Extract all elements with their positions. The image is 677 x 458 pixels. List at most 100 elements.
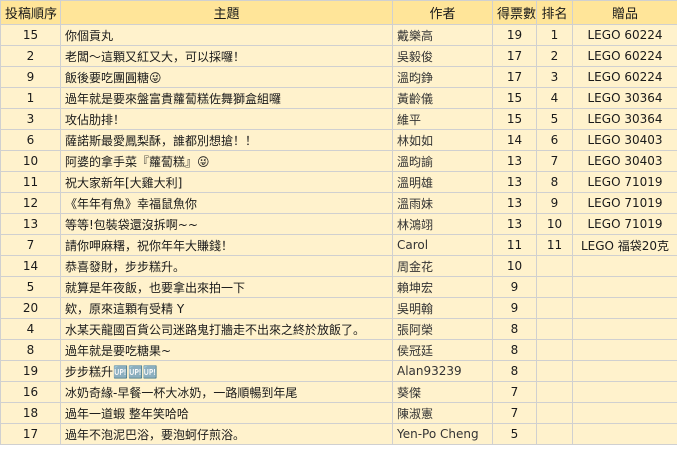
header-author[interactable]: 作者 [392, 0, 493, 25]
cell-submission-order[interactable]: 3 [0, 108, 61, 130]
cell-prize[interactable]: LEGO 71019 [572, 171, 677, 193]
header-votes[interactable]: 得票數 [492, 0, 537, 25]
cell-votes[interactable]: 14 [492, 129, 537, 151]
cell-submission-order[interactable]: 8 [0, 339, 61, 361]
cell-prize[interactable]: LEGO 60224 [572, 24, 677, 46]
cell-author[interactable]: 溫昀錚 [392, 66, 493, 88]
cell-votes[interactable]: 13 [492, 213, 537, 235]
cell-prize[interactable]: LEGO 71019 [572, 213, 677, 235]
cell-prize[interactable]: LEGO 30403 [572, 129, 677, 151]
cell-submission-order[interactable]: 4 [0, 318, 61, 340]
cell-author[interactable]: 林如如 [392, 129, 493, 151]
cell-author[interactable]: 溫明雄 [392, 171, 493, 193]
header-title[interactable]: 主題 [60, 0, 393, 25]
cell-title[interactable]: 攻佔肋排！ [60, 108, 393, 130]
cell-submission-order[interactable]: 18 [0, 402, 61, 424]
cell-author[interactable]: Carol [392, 234, 493, 256]
cell-submission-order[interactable]: 10 [0, 150, 61, 172]
cell-rank[interactable]: 9 [536, 192, 573, 214]
cell-rank[interactable]: 7 [536, 150, 573, 172]
cell-author[interactable]: Alan93239 [392, 360, 493, 382]
cell-author[interactable]: 維平 [392, 108, 493, 130]
cell-prize[interactable] [572, 276, 677, 298]
cell-title[interactable]: 請你呷麻糬，祝你年年大賺錢！ [60, 234, 393, 256]
cell-submission-order[interactable]: 2 [0, 45, 61, 67]
cell-prize[interactable] [572, 402, 677, 424]
cell-submission-order[interactable]: 12 [0, 192, 61, 214]
cell-votes[interactable]: 7 [492, 381, 537, 403]
cell-prize[interactable] [572, 297, 677, 319]
cell-title[interactable]: 飯後要吃團圓糖😜 [60, 66, 393, 88]
cell-rank[interactable] [536, 276, 573, 298]
cell-author[interactable]: 侯冠廷 [392, 339, 493, 361]
cell-rank[interactable]: 3 [536, 66, 573, 88]
cell-submission-order[interactable]: 5 [0, 276, 61, 298]
cell-title[interactable]: 欸，原來這顆有受精 Y [60, 297, 393, 319]
cell-rank[interactable] [536, 339, 573, 361]
cell-title[interactable]: 老闆～這顆又紅又大，可以採囉！ [60, 45, 393, 67]
cell-author[interactable]: 葵傑 [392, 381, 493, 403]
cell-rank[interactable] [536, 360, 573, 382]
cell-prize[interactable]: LEGO 30364 [572, 108, 677, 130]
cell-author[interactable]: 溫昀諭 [392, 150, 493, 172]
cell-prize[interactable] [572, 381, 677, 403]
header-rank[interactable]: 排名 [536, 0, 573, 25]
cell-title[interactable]: 水某天龍國百貨公司迷路鬼打牆走不出來之終於放飯了。 [60, 318, 393, 340]
cell-rank[interactable]: 11 [536, 234, 573, 256]
cell-author[interactable]: 林鴻翊 [392, 213, 493, 235]
cell-submission-order[interactable]: 13 [0, 213, 61, 235]
cell-author[interactable]: 張阿榮 [392, 318, 493, 340]
cell-prize[interactable]: LEGO 30403 [572, 150, 677, 172]
cell-rank[interactable] [536, 402, 573, 424]
cell-author[interactable]: Yen-Po Cheng [392, 423, 493, 445]
cell-submission-order[interactable]: 14 [0, 255, 61, 277]
cell-votes[interactable]: 8 [492, 339, 537, 361]
cell-rank[interactable]: 1 [536, 24, 573, 46]
cell-prize[interactable]: LEGO 60224 [572, 45, 677, 67]
cell-submission-order[interactable]: 6 [0, 129, 61, 151]
cell-author[interactable]: 陳淑憲 [392, 402, 493, 424]
cell-author[interactable]: 溫雨妹 [392, 192, 493, 214]
cell-title[interactable]: 過年就是要來盤富貴蘿蔔糕佐舞獅盒組囉 [60, 87, 393, 109]
cell-votes[interactable]: 17 [492, 45, 537, 67]
cell-author[interactable]: 黃齡儀 [392, 87, 493, 109]
cell-votes[interactable]: 5 [492, 423, 537, 445]
cell-title[interactable]: 過年不泡泥巴浴，要泡蚵仔煎浴。 [60, 423, 393, 445]
cell-submission-order[interactable]: 16 [0, 381, 61, 403]
cell-submission-order[interactable]: 15 [0, 24, 61, 46]
cell-votes[interactable]: 17 [492, 66, 537, 88]
cell-votes[interactable]: 11 [492, 234, 537, 256]
cell-rank[interactable] [536, 318, 573, 340]
cell-votes[interactable]: 7 [492, 402, 537, 424]
cell-votes[interactable]: 9 [492, 276, 537, 298]
cell-submission-order[interactable]: 17 [0, 423, 61, 445]
cell-prize[interactable]: LEGO 福袋20克 [572, 234, 677, 256]
cell-votes[interactable]: 13 [492, 192, 537, 214]
cell-rank[interactable]: 6 [536, 129, 573, 151]
cell-submission-order[interactable]: 19 [0, 360, 61, 382]
cell-submission-order[interactable]: 20 [0, 297, 61, 319]
cell-prize[interactable] [572, 255, 677, 277]
cell-title[interactable]: 過年就是要吃糖果~ [60, 339, 393, 361]
cell-submission-order[interactable]: 11 [0, 171, 61, 193]
cell-title[interactable]: 冰奶奇緣-早餐一杯大冰奶，一路順暢到年尾 [60, 381, 393, 403]
cell-votes[interactable]: 8 [492, 360, 537, 382]
cell-rank[interactable]: 4 [536, 87, 573, 109]
cell-prize[interactable] [572, 339, 677, 361]
cell-rank[interactable]: 2 [536, 45, 573, 67]
cell-title[interactable]: 恭喜發財，步步糕升。 [60, 255, 393, 277]
cell-votes[interactable]: 8 [492, 318, 537, 340]
cell-author[interactable]: 吳明翰 [392, 297, 493, 319]
cell-rank[interactable]: 8 [536, 171, 573, 193]
cell-votes[interactable]: 13 [492, 150, 537, 172]
cell-rank[interactable]: 5 [536, 108, 573, 130]
cell-votes[interactable]: 15 [492, 108, 537, 130]
cell-author[interactable]: 周金花 [392, 255, 493, 277]
cell-submission-order[interactable]: 1 [0, 87, 61, 109]
cell-prize[interactable]: LEGO 60224 [572, 66, 677, 88]
cell-title[interactable]: 等等!包裝袋還沒拆啊~~ [60, 213, 393, 235]
cell-author[interactable]: 戴樂高 [392, 24, 493, 46]
cell-rank[interactable]: 10 [536, 213, 573, 235]
cell-prize[interactable]: LEGO 71019 [572, 192, 677, 214]
cell-votes[interactable]: 10 [492, 255, 537, 277]
